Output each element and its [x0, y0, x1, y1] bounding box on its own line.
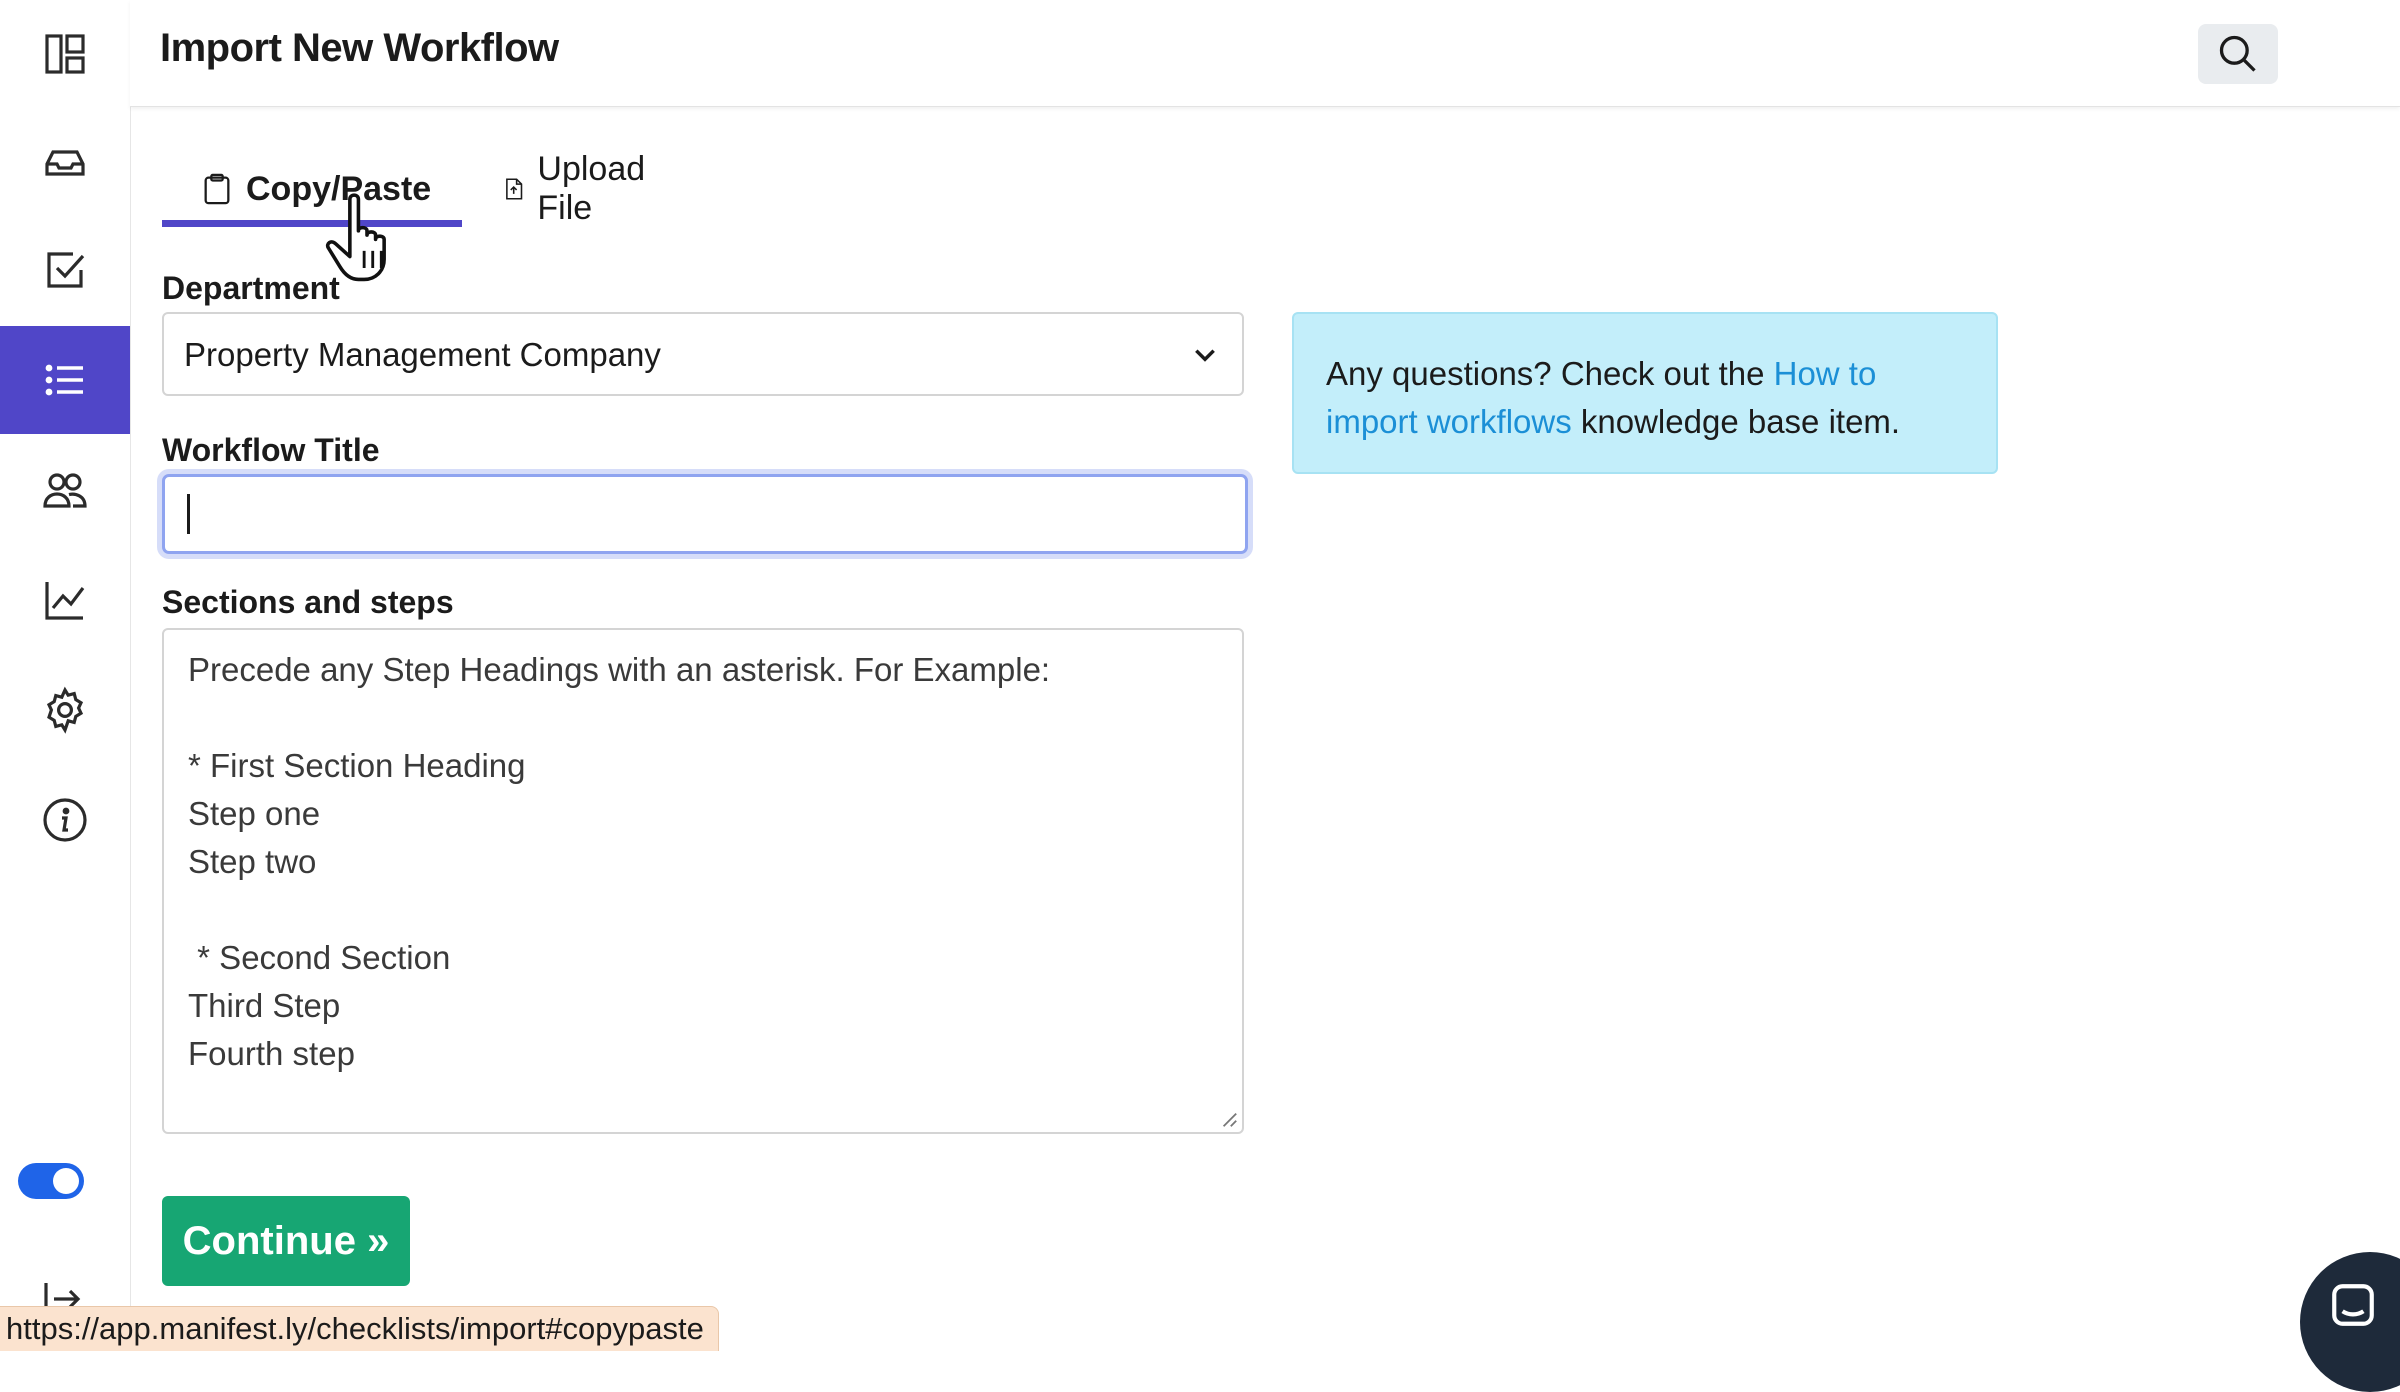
sections-textarea[interactable]: Precede any Step Headings with an asteri… [162, 628, 1244, 1134]
sidebar-item-reports[interactable] [0, 546, 130, 654]
page-title: Import New Workflow [160, 26, 559, 70]
active-tab-indicator [162, 220, 462, 227]
department-label: Department [162, 270, 340, 306]
top-header: Import New Workflow [130, 0, 2400, 107]
sections-placeholder: Precede any Step Headings with an asteri… [188, 651, 1051, 1072]
department-select[interactable]: Property Management Company [162, 312, 1244, 396]
info-icon [43, 798, 87, 842]
toggle-knob [53, 1168, 79, 1194]
clipboard-icon [204, 173, 230, 205]
sidebar-item-inbox[interactable] [0, 108, 130, 216]
search-icon [2219, 35, 2256, 72]
sidebar-item-checklists[interactable] [0, 216, 130, 324]
chart-line-icon [45, 582, 85, 620]
workflow-title-input[interactable] [162, 474, 1248, 554]
checkbox-icon [47, 252, 85, 288]
tab-copy-paste-label: Copy/Paste [246, 169, 432, 208]
users-icon [43, 473, 87, 508]
dashboard-icon [45, 34, 85, 74]
sidebar-item-workflows[interactable] [0, 326, 130, 434]
resize-handle-icon[interactable] [1220, 1110, 1238, 1128]
help-text-prefix: Any questions? Check out the [1326, 355, 1774, 392]
chat-launcher-button[interactable] [2300, 1252, 2400, 1392]
search-button[interactable] [2198, 24, 2278, 84]
gear-icon [46, 686, 84, 734]
sections-label: Sections and steps [162, 584, 454, 620]
help-callout: Any questions? Check out the How to impo… [1292, 312, 1998, 474]
continue-button[interactable]: Continue » [162, 1196, 410, 1286]
tab-copy-paste[interactable]: Copy/Paste [200, 150, 431, 228]
workflow-title-label: Workflow Title [162, 432, 380, 468]
sidebar-item-info[interactable] [0, 766, 130, 874]
inbox-icon [45, 150, 85, 176]
chevron-down-icon [1195, 349, 1215, 362]
help-text-suffix: knowledge base item. [1571, 403, 1901, 440]
sidebar-item-users[interactable] [0, 436, 130, 544]
sidebar [0, 0, 131, 1350]
sidebar-item-dashboard[interactable] [0, 0, 130, 108]
chat-icon [2332, 1284, 2374, 1326]
department-value: Property Management Company [184, 336, 661, 373]
text-caret [187, 494, 190, 534]
sidebar-item-settings[interactable] [0, 656, 130, 764]
status-bar-url: https://app.manifest.ly/checklists/impor… [0, 1306, 719, 1351]
theme-toggle[interactable] [18, 1163, 84, 1199]
tab-upload-file[interactable]: Upload File [502, 150, 656, 228]
list-icon [45, 364, 83, 396]
file-upload-icon [506, 178, 523, 200]
tab-upload-file-label: Upload File [537, 150, 646, 227]
